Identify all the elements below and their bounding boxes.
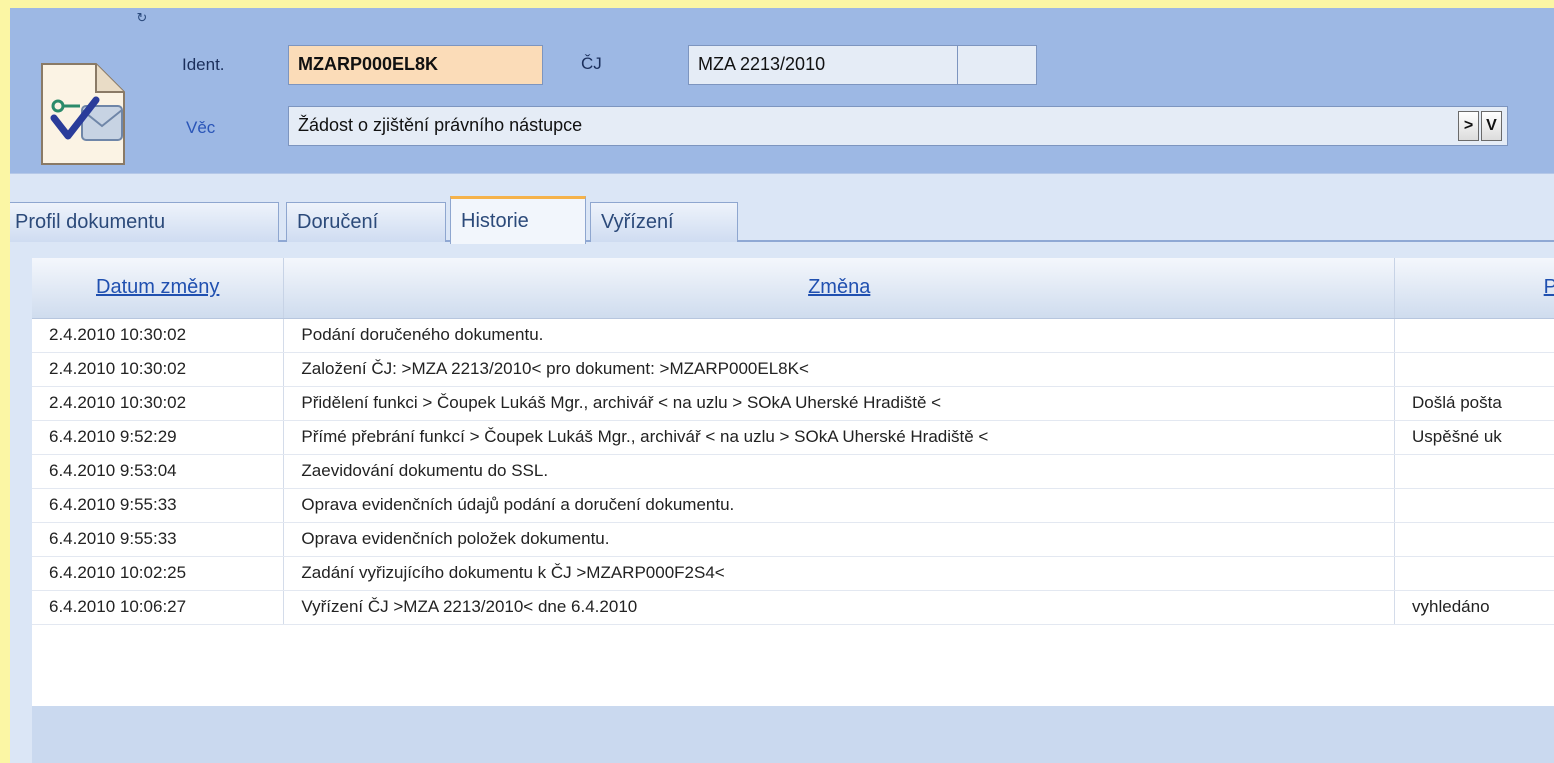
cell-p — [1394, 352, 1554, 387]
table-row[interactable]: 6.4.2010 9:55:33 Oprava evidenčních údaj… — [32, 488, 1554, 523]
table-row[interactable]: 2.4.2010 10:30:02 Podání doručeného doku… — [32, 318, 1554, 353]
cell-p — [1394, 318, 1554, 353]
cell-change: Podání doručeného dokumentu. — [283, 318, 1396, 353]
column-header-datum-zmeny[interactable]: Datum změny — [32, 258, 285, 319]
table-row[interactable]: 6.4.2010 10:06:27 Vyřízení ČJ >MZA 2213/… — [32, 590, 1554, 625]
cell-change: Vyřízení ČJ >MZA 2213/2010< dne 6.4.2010 — [283, 590, 1396, 625]
tab-vyrizeni[interactable]: Vyřízení — [590, 202, 738, 242]
ident-field[interactable]: MZARP000EL8K — [288, 45, 543, 85]
cell-date: 2.4.2010 10:30:02 — [32, 386, 285, 421]
table-row[interactable]: 6.4.2010 9:55:33 Oprava evidenčních polo… — [32, 522, 1554, 557]
cell-change: Oprava evidenčních položek dokumentu. — [283, 522, 1396, 557]
cell-change: Založení ČJ: >MZA 2213/2010< pro dokumen… — [283, 352, 1396, 387]
cell-date: 6.4.2010 9:52:29 — [32, 420, 285, 455]
table-header-row: Datum změny Změna P — [32, 258, 1554, 319]
table-row[interactable]: 6.4.2010 10:02:25 Zadání vyřizujícího do… — [32, 556, 1554, 591]
column-header-zmena[interactable]: Změna — [283, 258, 1396, 319]
cell-p — [1394, 488, 1554, 523]
cell-p: Uspěšné uk — [1394, 420, 1554, 455]
cell-change: Přidělení funkci > Čoupek Lukáš Mgr., ar… — [283, 386, 1396, 421]
cell-change: Oprava evidenčních údajů podání a doruče… — [283, 488, 1396, 523]
cell-date: 6.4.2010 9:55:33 — [32, 522, 285, 557]
cell-p — [1394, 556, 1554, 591]
v-button[interactable]: V — [1481, 111, 1502, 141]
cell-p: vyhledáno — [1394, 590, 1554, 625]
table-footer-area — [32, 706, 1554, 763]
cj-label: ČJ — [581, 54, 602, 73]
cell-date: 2.4.2010 10:30:02 — [32, 352, 285, 387]
vec-label: Věc — [186, 118, 216, 137]
cell-p — [1394, 522, 1554, 557]
cell-date: 6.4.2010 10:06:27 — [32, 590, 285, 625]
document-window: ↻ Ident. MZARP000EL8K ČJ MZA 2213/2010 V… — [10, 8, 1554, 763]
cell-change: Přímé přebrání funkcí > Čoupek Lukáš Mgr… — [283, 420, 1396, 455]
cell-date: 6.4.2010 9:53:04 — [32, 454, 285, 489]
tab-doruceni[interactable]: Doručení — [286, 202, 446, 242]
tab-historie[interactable]: Historie — [450, 196, 586, 244]
cell-p: Došlá pošta — [1394, 386, 1554, 421]
cell-p — [1394, 454, 1554, 489]
vec-field[interactable]: Žádost o zjištění právního nástupce — [288, 106, 1508, 146]
document-header: ↻ Ident. MZARP000EL8K ČJ MZA 2213/2010 V… — [10, 8, 1554, 174]
table-row[interactable]: 6.4.2010 9:52:29 Přímé přebrání funkcí >… — [32, 420, 1554, 455]
cell-change: Zaevidování dokumentu do SSL. — [283, 454, 1396, 489]
cell-date: 6.4.2010 10:02:25 — [32, 556, 285, 591]
table-row[interactable]: 2.4.2010 10:30:02 Přidělení funkci > Čou… — [32, 386, 1554, 421]
cj-extra-field[interactable] — [957, 45, 1037, 85]
tab-bar: Profil dokumentu Doručení Historie Vyříz… — [10, 196, 1554, 244]
document-check-icon — [41, 63, 125, 165]
column-header-p[interactable]: P — [1394, 258, 1554, 319]
refresh-icon[interactable]: ↻ — [134, 10, 150, 26]
cell-date: 6.4.2010 9:55:33 — [32, 488, 285, 523]
history-table: Datum změny Změna P 2.4.2010 10:30:02 Po… — [32, 258, 1554, 708]
ident-label: Ident. — [182, 55, 225, 74]
cell-change: Zadání vyřizujícího dokumentu k ČJ >MZAR… — [283, 556, 1396, 591]
next-button[interactable]: > — [1458, 111, 1479, 141]
table-row[interactable]: 2.4.2010 10:30:02 Založení ČJ: >MZA 2213… — [32, 352, 1554, 387]
cj-field[interactable]: MZA 2213/2010 — [688, 45, 958, 85]
cell-date: 2.4.2010 10:30:02 — [32, 318, 285, 353]
table-row[interactable]: 6.4.2010 9:53:04 Zaevidování dokumentu d… — [32, 454, 1554, 489]
tab-profil-dokumentu[interactable]: Profil dokumentu — [10, 202, 279, 242]
